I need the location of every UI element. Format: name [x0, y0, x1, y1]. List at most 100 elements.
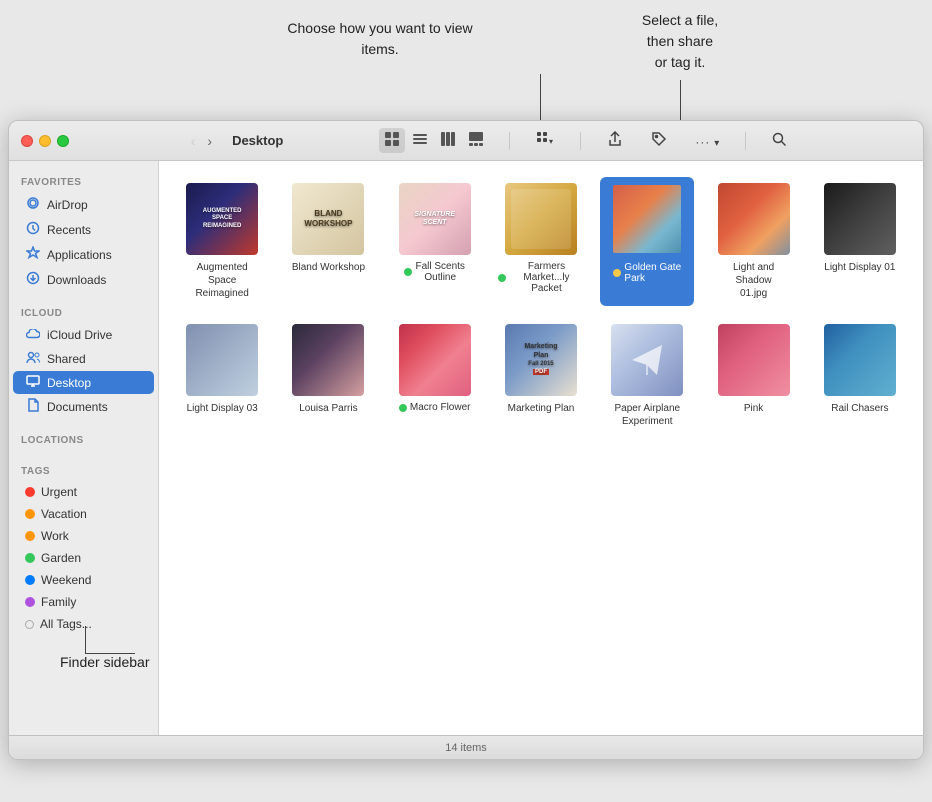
family-dot [25, 597, 35, 607]
sidebar-item-recents[interactable]: Recents [13, 217, 154, 242]
applications-label: Applications [47, 248, 112, 262]
search-button[interactable] [766, 129, 793, 153]
sidebar-item-documents[interactable]: Documents [13, 394, 154, 419]
thumb-bland: BLANDWORKSHOP [292, 183, 364, 255]
macro-flower-dot [399, 404, 407, 412]
more-button[interactable]: ··· ▾ [689, 130, 725, 152]
file-item-farmers-market[interactable]: FarmersMarket...ly Packet [494, 177, 588, 306]
sidebar-item-applications[interactable]: Applications [13, 242, 154, 267]
file-label-augmented: AugmentedSpace Reimagined [182, 261, 262, 300]
locations-header: Locations [9, 427, 158, 450]
vacation-label: Vacation [41, 507, 87, 521]
thumb-fall-scents: SIGNATURESCENT [399, 183, 471, 255]
shared-label: Shared [47, 352, 86, 366]
file-item-bland-workshop[interactable]: BLANDWORKSHOP Bland Workshop [281, 177, 375, 306]
file-item-fall-scents[interactable]: SIGNATURESCENT Fall ScentsOutline [388, 177, 482, 306]
share-callout-line [680, 80, 681, 122]
icloud-header: iCloud [9, 300, 158, 323]
farmers-dot [498, 274, 506, 282]
file-grid: AUGMENTEDSPACEREIMAGINED AugmentedSpace … [175, 177, 907, 434]
file-item-light-display-01[interactable]: Light Display 01 [813, 177, 907, 306]
file-item-paper-airplane[interactable]: Paper AirplaneExperiment [600, 318, 694, 434]
file-item-pink[interactable]: Pink [706, 318, 800, 434]
toolbar-divider-1 [509, 132, 510, 150]
file-label-louisa: Louisa Parris [299, 402, 357, 415]
thumb-paper-airplane [611, 324, 683, 396]
applications-icon [25, 246, 41, 263]
desktop-icon [25, 375, 41, 390]
close-button[interactable] [21, 135, 33, 147]
thumb-louisa [292, 324, 364, 396]
sidebar-item-all-tags[interactable]: All Tags... [13, 613, 154, 635]
file-item-rail-chasers[interactable]: Rail Chasers [813, 318, 907, 434]
view-controls [379, 128, 489, 153]
garden-label: Garden [41, 551, 81, 565]
list-view-button[interactable] [407, 128, 433, 153]
sidebar-item-garden[interactable]: Garden [13, 547, 154, 569]
sidebar-item-work[interactable]: Work [13, 525, 154, 547]
golden-gate-dot [613, 269, 621, 277]
title-bar-center: ‹ › Desktop [69, 128, 911, 153]
sidebar-item-airdrop[interactable]: AirDrop [13, 192, 154, 217]
garden-dot [25, 553, 35, 563]
sidebar-item-desktop[interactable]: Desktop [13, 371, 154, 394]
status-text: 14 items [445, 742, 487, 754]
work-dot [25, 531, 35, 541]
group-button[interactable]: ▾ [530, 128, 560, 153]
gallery-view-button[interactable] [463, 128, 489, 153]
nav-arrows: ‹ › [187, 131, 216, 151]
file-item-macro-flower[interactable]: Macro Flower [388, 318, 482, 434]
weekend-label: Weekend [41, 573, 91, 587]
column-view-button[interactable] [435, 128, 461, 153]
thumb-macro-flower [399, 324, 471, 396]
favorites-header: Favorites [9, 169, 158, 192]
documents-icon [25, 398, 41, 415]
maximize-button[interactable] [57, 135, 69, 147]
fall-scents-dot [404, 268, 412, 276]
file-label-pink: Pink [744, 402, 763, 415]
forward-button[interactable]: › [203, 131, 216, 151]
icloud-drive-icon [25, 327, 41, 342]
file-label-macro-flower: Macro Flower [399, 402, 471, 413]
work-label: Work [41, 529, 69, 543]
back-button[interactable]: ‹ [187, 131, 200, 151]
downloads-icon [25, 271, 41, 288]
minimize-button[interactable] [39, 135, 51, 147]
view-callout: Choose how you want to view items. [280, 18, 480, 60]
sidebar-item-icloud-drive[interactable]: iCloud Drive [13, 323, 154, 346]
all-tags-dot [25, 620, 34, 629]
file-item-light-display-03[interactable]: Light Display 03 [175, 318, 269, 434]
sidebar-annotation-line-v [85, 626, 86, 654]
window-title: Desktop [232, 133, 283, 148]
downloads-label: Downloads [47, 273, 106, 287]
sidebar-item-shared[interactable]: Shared [13, 346, 154, 371]
file-item-augmented[interactable]: AUGMENTEDSPACEREIMAGINED AugmentedSpace … [175, 177, 269, 306]
share-button[interactable] [601, 128, 629, 153]
sidebar-item-family[interactable]: Family [13, 591, 154, 613]
sidebar-item-urgent[interactable]: Urgent [13, 481, 154, 503]
urgent-dot [25, 487, 35, 497]
thumb-text-marketing: MarketingPlanFall 2015PDF [522, 341, 559, 379]
status-bar: 14 items [9, 735, 923, 759]
sidebar-item-vacation[interactable]: Vacation [13, 503, 154, 525]
svg-text:▾: ▾ [549, 137, 553, 146]
file-label-light-display-01: Light Display 01 [824, 261, 895, 274]
sidebar-item-weekend[interactable]: Weekend [13, 569, 154, 591]
file-label-rail-chasers: Rail Chasers [831, 402, 888, 415]
desktop-label: Desktop [47, 376, 91, 390]
file-item-louisa-parris[interactable]: Louisa Parris [281, 318, 375, 434]
file-item-golden-gate[interactable]: Golden GatePark [600, 177, 694, 306]
file-label-fall-scents: Fall ScentsOutline [404, 261, 464, 283]
thumb-light-shadow [718, 183, 790, 255]
documents-label: Documents [47, 400, 108, 414]
vacation-dot [25, 509, 35, 519]
family-label: Family [41, 595, 76, 609]
tag-button[interactable] [645, 128, 673, 153]
file-label-paper-airplane: Paper AirplaneExperiment [614, 402, 680, 428]
file-item-marketing-plan[interactable]: MarketingPlanFall 2015PDF Marketing Plan [494, 318, 588, 434]
recents-icon [25, 221, 41, 238]
sidebar-item-downloads[interactable]: Downloads [13, 267, 154, 292]
icon-view-button[interactable] [379, 128, 405, 153]
file-item-light-shadow[interactable]: Light and Shadow01.jpg [706, 177, 800, 306]
thumb-augmented: AUGMENTEDSPACEREIMAGINED [186, 183, 258, 255]
